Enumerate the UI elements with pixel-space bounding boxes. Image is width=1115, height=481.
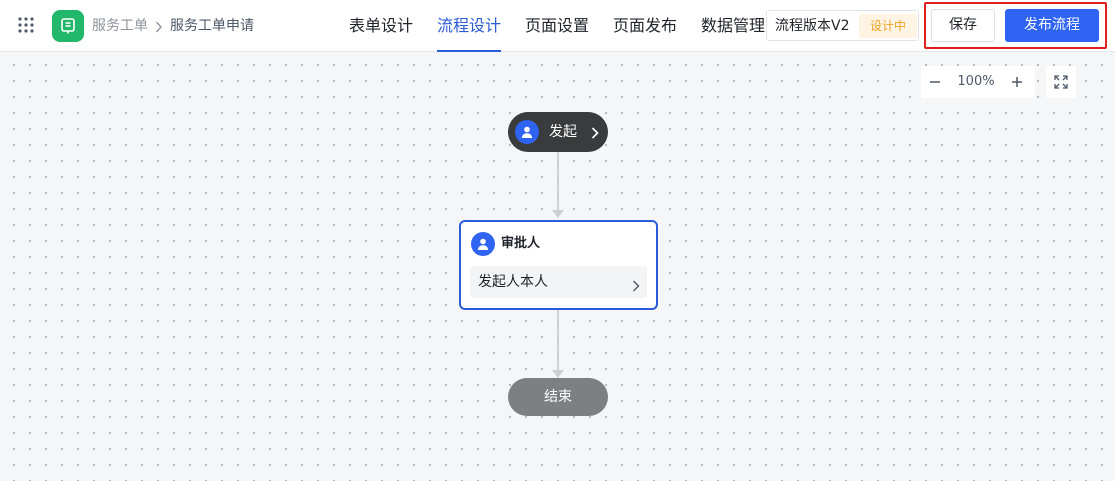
version-selector[interactable]: 流程版本V2 设计中 — [766, 10, 919, 41]
user-icon — [471, 232, 495, 256]
minus-icon[interactable] — [921, 66, 949, 98]
tab-form-design[interactable]: 表单设计 — [349, 14, 413, 52]
chevron-right-icon — [590, 125, 600, 144]
form-icon — [61, 18, 75, 34]
status-badge: 设计中 — [859, 14, 917, 38]
top-bar: 服务工单 服务工单申请 表单设计 流程设计 页面设置 页面发布 数据管理 流程版… — [0, 0, 1115, 52]
approver-node-title: 审批人 — [501, 236, 541, 251]
user-icon — [515, 120, 539, 144]
tab-page-publish[interactable]: 页面发布 — [613, 14, 677, 52]
tab-data-management[interactable]: 数据管理 — [701, 14, 765, 52]
breadcrumb-app[interactable]: 服务工单 — [92, 16, 148, 36]
approver-value: 发起人本人 — [478, 274, 548, 290]
approver-setting[interactable]: 发起人本人 — [470, 266, 647, 298]
chevron-right-icon — [154, 19, 164, 33]
app-logo — [52, 10, 84, 42]
save-button[interactable]: 保存 — [931, 9, 995, 42]
chevron-right-icon — [632, 277, 640, 296]
plus-icon[interactable] — [1003, 66, 1031, 98]
fullscreen-icon[interactable] — [1046, 66, 1076, 98]
connector-line — [557, 310, 559, 370]
approver-node[interactable]: 审批人 发起人本人 — [459, 220, 658, 310]
arrow-down-icon — [552, 210, 564, 218]
zoom-control: 100% — [921, 66, 1035, 98]
apps-grid-icon[interactable] — [18, 17, 34, 33]
version-label: 流程版本V2 — [775, 18, 850, 34]
tab-flow-design[interactable]: 流程设计 — [437, 14, 502, 52]
publish-flow-button[interactable]: 发布流程 — [1005, 9, 1099, 42]
zoom-level: 100% — [957, 74, 995, 89]
end-node-label: 结束 — [544, 389, 572, 405]
arrow-down-icon — [552, 370, 564, 378]
connector-line — [557, 152, 559, 210]
end-node: 结束 — [508, 378, 608, 416]
breadcrumb-page: 服务工单申请 — [170, 18, 254, 34]
start-node-label: 发起 — [549, 124, 577, 140]
start-node[interactable]: 发起 — [508, 112, 608, 152]
tab-page-settings[interactable]: 页面设置 — [525, 14, 589, 52]
